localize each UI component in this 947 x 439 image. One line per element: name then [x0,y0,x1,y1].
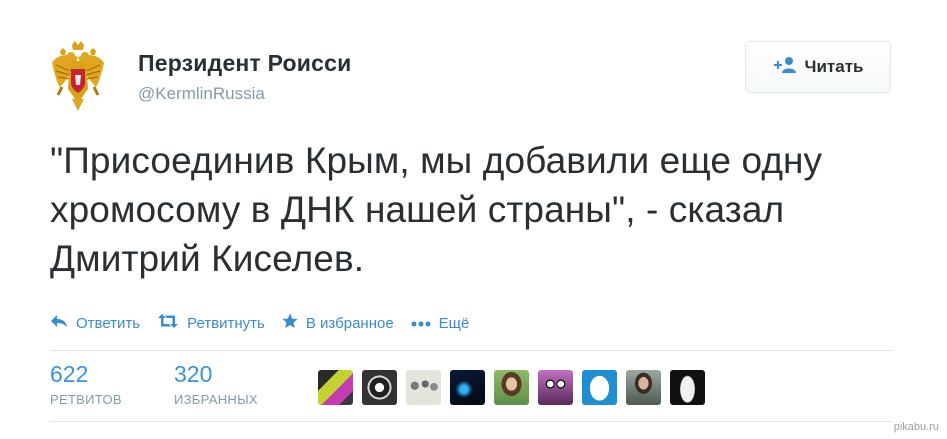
reply-icon [50,314,68,333]
pikabu-watermark: pikabu.ru [893,421,939,433]
retweet-button[interactable]: Ретвитнуть [157,313,265,333]
avatar-default-egg-icon[interactable] [582,370,617,405]
more-dots-icon [411,314,431,332]
avatar-dark-emblem-icon[interactable] [362,370,397,405]
avatar-statue-icon[interactable] [670,370,705,405]
retweets-label: РЕТВИТОВ [50,392,122,407]
favorites-count: 320 [174,361,213,387]
favorite-label: В избранное [305,314,394,332]
reply-label: Ответить [76,314,141,332]
follow-user-plus-icon [773,56,797,79]
stats-top-divider [50,350,892,351]
star-icon [282,313,298,334]
retweet-icon [157,313,179,333]
avatar-cartoon-face-icon[interactable] [538,370,573,405]
author-name[interactable]: Перзидент Роисси [138,50,351,77]
avatar-blue-night-icon[interactable] [450,370,485,405]
more-label: Ещё [438,314,470,332]
retweets-count: 622 [50,361,89,387]
favorite-button[interactable]: В избранное [282,313,394,334]
reply-button[interactable]: Ответить [50,314,140,333]
author-handle[interactable]: @KermlinRussia [138,84,265,104]
retweets-stat[interactable]: 622 РЕТВИТОВ [50,362,122,407]
tweet-actions: Ответить Ретвитнуть В избранное Ещё [50,311,486,335]
more-button[interactable]: Ещё [411,314,470,332]
favorites-stat[interactable]: 320 ИЗБРАННЫХ [174,362,258,407]
favoriter-avatars [318,370,705,405]
favorites-label: ИЗБРАННЫХ [174,392,258,407]
avatar-woman-portrait-icon[interactable] [494,370,529,405]
author-avatar-coat-of-arms-icon[interactable] [50,41,106,113]
retweet-label: Ретвитнуть [187,314,265,332]
stats-bottom-divider [50,421,892,422]
avatar-man-portrait-icon[interactable] [626,370,661,405]
follow-button[interactable]: Читать [745,41,891,93]
tweet-text: "Присоединив Крым, мы добавили еще одну … [50,140,823,279]
avatar-colorful-stripes-icon[interactable] [318,370,353,405]
avatar-group-photo-icon[interactable] [406,370,441,405]
follow-button-label: Читать [804,57,864,76]
